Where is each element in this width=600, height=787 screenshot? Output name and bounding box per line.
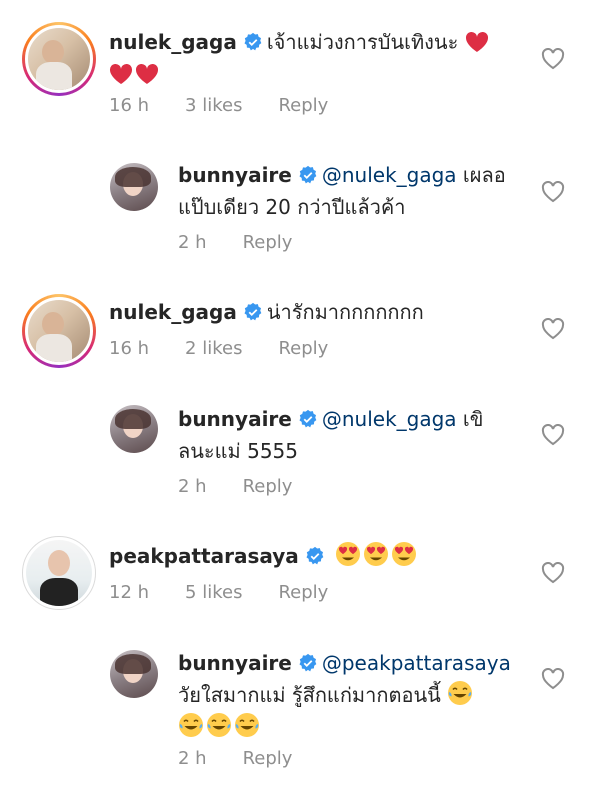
reply-button[interactable]: Reply (278, 338, 328, 359)
heart-outline-icon[interactable] (541, 318, 565, 340)
red-heart-emoji (135, 63, 159, 84)
comment-text: เผลอ (462, 163, 506, 187)
comment-text: เขิ (462, 407, 484, 431)
verified-badge-icon (299, 409, 317, 428)
reply-button[interactable]: Reply (243, 232, 293, 253)
avatar[interactable] (110, 405, 158, 453)
heart-eyes-emoji (364, 542, 389, 566)
username[interactable]: bunnyaire (178, 163, 292, 187)
comment-time: 2 h (178, 232, 207, 253)
avatar[interactable] (22, 294, 96, 368)
username[interactable]: nulek_gaga (109, 30, 237, 54)
tears-of-joy-emoji (207, 713, 231, 737)
likes-count[interactable]: 5 likes (185, 582, 242, 603)
tears-of-joy-emoji (235, 713, 259, 737)
comment-time: 2 h (178, 476, 207, 497)
comment-text: วัยใสมากแม่ รู้สึกแก่มากตอนนี้ (178, 683, 441, 707)
heart-outline-icon[interactable] (541, 668, 565, 690)
likes-count[interactable]: 2 likes (185, 338, 242, 359)
reply-button[interactable]: Reply (278, 95, 328, 116)
heart-outline-icon[interactable] (541, 48, 565, 70)
comment-text-cont: แป๊บเดียว 20 กว่าปีแล้วค้า (178, 195, 406, 219)
comment-text: น่ารักมากกกกกกก (266, 300, 424, 324)
username[interactable]: nulek_gaga (109, 300, 237, 324)
avatar[interactable] (22, 536, 96, 610)
comment-time: 12 h (109, 582, 150, 603)
comment-time: 16 h (109, 95, 150, 116)
reply-button[interactable]: Reply (243, 748, 293, 769)
reply-button[interactable]: Reply (278, 582, 328, 603)
mention-link[interactable]: @nulek_gaga (322, 407, 457, 431)
heart-outline-icon[interactable] (541, 181, 565, 203)
heart-eyes-emoji (336, 542, 361, 566)
heart-outline-icon[interactable] (541, 562, 565, 584)
mention-link[interactable]: @peakpattarasaya (322, 651, 511, 675)
verified-badge-icon (299, 165, 317, 184)
username[interactable]: bunnyaire (178, 407, 292, 431)
comment-time: 2 h (178, 748, 207, 769)
heart-outline-icon[interactable] (541, 424, 565, 446)
avatar[interactable] (110, 650, 158, 698)
red-heart-emoji (109, 63, 133, 84)
verified-badge-icon (306, 546, 324, 565)
mention-link[interactable]: @nulek_gaga (322, 163, 457, 187)
verified-badge-icon (244, 302, 262, 321)
verified-badge-icon (244, 32, 262, 51)
likes-count[interactable]: 3 likes (185, 95, 242, 116)
comment-text: เจ้าแม่วงการบันเทิงนะ (266, 30, 459, 54)
avatar[interactable] (22, 22, 96, 96)
username[interactable]: bunnyaire (178, 651, 292, 675)
heart-eyes-emoji (392, 542, 417, 566)
tears-of-joy-emoji (179, 713, 203, 737)
username[interactable]: peakpattarasaya (109, 544, 299, 568)
tears-of-joy-emoji (448, 681, 473, 705)
verified-badge-icon (299, 653, 317, 672)
comment-time: 16 h (109, 338, 150, 359)
avatar[interactable] (110, 163, 158, 211)
comment-text-cont: ลนะแม่ 5555 (178, 439, 298, 463)
red-heart-emoji (465, 31, 488, 52)
reply-button[interactable]: Reply (243, 476, 293, 497)
